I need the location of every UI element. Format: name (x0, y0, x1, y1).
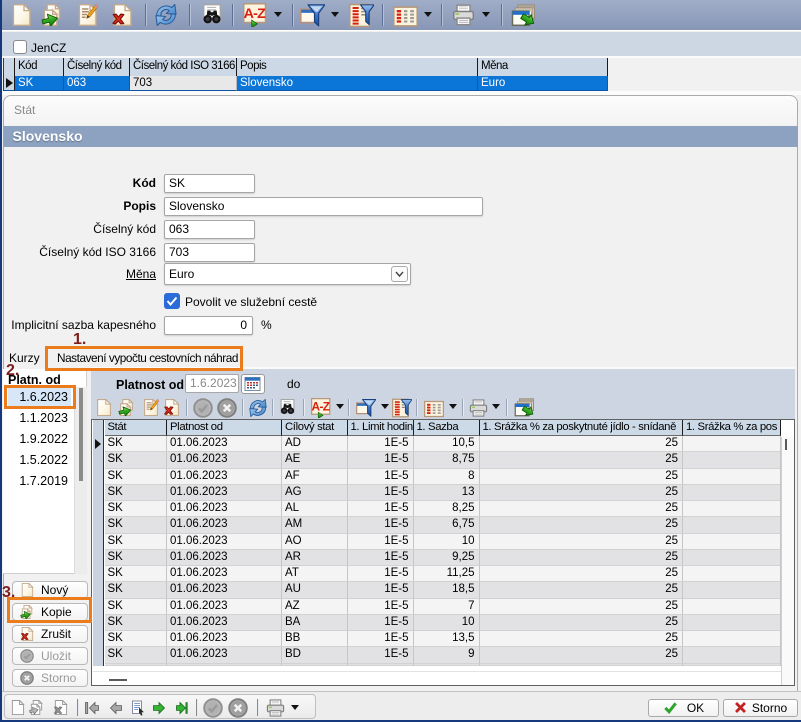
svg-text:A-Z: A-Z (244, 6, 267, 22)
svg-text:A-Z: A-Z (312, 400, 330, 414)
